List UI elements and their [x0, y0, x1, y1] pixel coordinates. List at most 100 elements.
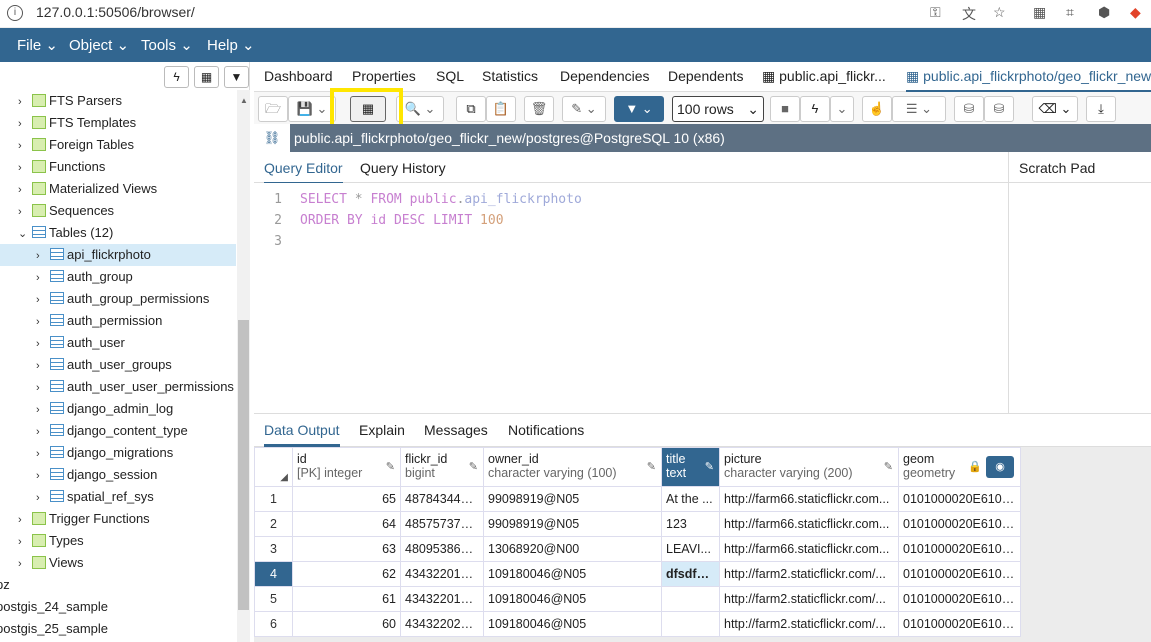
- column-header-owner_id[interactable]: owner_id character varying (100) ✎: [483, 447, 662, 487]
- cell[interactable]: 43432201880: [400, 561, 484, 587]
- copy-button[interactable]: ⧉: [456, 96, 486, 122]
- cell[interactable]: 99098919@N05: [483, 486, 662, 512]
- chevron-right-icon[interactable]: ›: [36, 311, 50, 333]
- chevron-right-icon[interactable]: ›: [18, 157, 32, 179]
- tree-item[interactable]: › auth_group: [0, 266, 236, 288]
- chevron-down-icon[interactable]: ⌄: [18, 223, 32, 245]
- cell[interactable]: 65: [292, 486, 401, 512]
- stop-button[interactable]: ■: [770, 96, 800, 122]
- chevron-right-icon[interactable]: ›: [18, 135, 32, 157]
- chevron-right-icon[interactable]: ›: [36, 443, 50, 465]
- column-header-geom[interactable]: geom geometry 🔒 ◉: [898, 447, 1021, 487]
- cell[interactable]: 0101000020E6100...: [898, 611, 1021, 637]
- commit-button[interactable]: ⛁: [954, 96, 984, 122]
- paste-button[interactable]: 📋: [486, 96, 516, 122]
- view-geometry-button[interactable]: ◉: [986, 456, 1014, 478]
- row-number[interactable]: 6: [254, 611, 293, 637]
- table-row[interactable]: 2 64 48575737181 99098919@N05 123 http://farm…: [254, 511, 1021, 537]
- menu-file[interactable]: File ⌄: [17, 36, 58, 54]
- cell[interactable]: 0101000020E6100...: [898, 511, 1021, 537]
- scratch-pad[interactable]: Scratch Pad: [1008, 152, 1151, 414]
- tab-dependencies[interactable]: Dependencies: [560, 68, 650, 84]
- table-row[interactable]: 3 63 48095386696 13068920@N00 LEAVI... http:/…: [254, 536, 1021, 562]
- chevron-right-icon[interactable]: ›: [36, 399, 50, 421]
- tree-item[interactable]: › Sequences: [18, 200, 114, 222]
- chevron-right-icon[interactable]: ›: [18, 509, 32, 531]
- cell[interactable]: [661, 586, 720, 612]
- edit-button[interactable]: ✎ ⌄: [562, 96, 606, 122]
- tab-view-data[interactable]: ▦ public.api_flickr...: [762, 68, 886, 85]
- cell[interactable]: http://farm2.staticflickr.com/...: [719, 586, 899, 612]
- save-button[interactable]: 💾 ⌄: [288, 96, 336, 122]
- tree-item[interactable]: › spatial_ref_sys: [0, 486, 236, 508]
- tree-item[interactable]: postgis_25_sample: [0, 618, 108, 640]
- tab-dashboard[interactable]: Dashboard: [264, 68, 333, 84]
- cell[interactable]: 48575737181: [400, 511, 484, 537]
- tree-item[interactable]: › auth_user: [0, 332, 236, 354]
- cell[interactable]: http://farm66.staticflickr.com...: [719, 511, 899, 537]
- cell[interactable]: 0101000020E6100...: [898, 561, 1021, 587]
- key-icon[interactable]: ⚿: [930, 4, 941, 21]
- chevron-right-icon[interactable]: ›: [18, 179, 32, 201]
- cell[interactable]: 43432202020: [400, 611, 484, 637]
- tab-notifications[interactable]: Notifications: [508, 422, 584, 438]
- chevron-right-icon[interactable]: ›: [36, 245, 50, 267]
- select-all-corner[interactable]: ◢: [254, 447, 293, 487]
- tree-item[interactable]: › FTS Templates: [18, 112, 136, 134]
- cell[interactable]: 48784344817: [400, 486, 484, 512]
- cell[interactable]: 99098919@N05: [483, 511, 662, 537]
- chevron-right-icon[interactable]: ›: [36, 289, 50, 311]
- tree-item[interactable]: › Trigger Functions: [18, 508, 150, 530]
- clear-button[interactable]: ⌫ ⌄: [1032, 96, 1078, 122]
- table-row[interactable]: 1 65 48784344817 99098919@N05 At the ... http…: [254, 486, 1021, 512]
- rollback-button[interactable]: ⛁: [984, 96, 1014, 122]
- chevron-right-icon[interactable]: ›: [18, 91, 32, 113]
- explain-analyze-button[interactable]: ☰ ⌄: [892, 96, 946, 122]
- chevron-right-icon[interactable]: ›: [36, 487, 50, 509]
- row-number[interactable]: 1: [254, 486, 293, 512]
- execute-options-button[interactable]: ⌄: [830, 96, 854, 122]
- tab-explain[interactable]: Explain: [359, 422, 405, 438]
- chevron-right-icon[interactable]: ›: [36, 355, 50, 377]
- open-file-button[interactable]: 🗁: [258, 96, 288, 122]
- tree-item[interactable]: › auth_group_permissions: [0, 288, 236, 310]
- chevron-right-icon[interactable]: ›: [36, 333, 50, 355]
- view-data-button[interactable]: ▦: [194, 66, 219, 88]
- cell[interactable]: 48095386696: [400, 536, 484, 562]
- tree-item[interactable]: › django_content_type: [0, 420, 236, 442]
- cell[interactable]: http://farm66.staticflickr.com...: [719, 486, 899, 512]
- cell[interactable]: 62: [292, 561, 401, 587]
- tree-item[interactable]: › django_migrations: [0, 442, 236, 464]
- tab-dependents[interactable]: Dependents: [668, 68, 744, 84]
- filter-button[interactable]: ▼: [224, 66, 249, 88]
- row-number[interactable]: 4: [254, 561, 293, 587]
- cell[interactable]: 109180046@N05: [483, 611, 662, 637]
- chevron-right-icon[interactable]: ›: [36, 421, 50, 443]
- cell[interactable]: 0101000020E6100...: [898, 586, 1021, 612]
- tree-item[interactable]: › api_flickrphoto: [0, 244, 236, 266]
- scroll-up-icon[interactable]: ▲: [240, 96, 248, 105]
- row-number[interactable]: 2: [254, 511, 293, 537]
- tree-item[interactable]: › auth_user_user_permissions: [0, 376, 236, 398]
- info-icon[interactable]: i: [7, 5, 23, 21]
- connection-label[interactable]: public.api_flickrphoto/geo_flickr_new/po…: [294, 130, 725, 146]
- rows-limit-select[interactable]: 100 rows ⌄: [672, 96, 764, 122]
- tree-item[interactable]: › Materialized Views: [18, 178, 157, 200]
- tab-query-editor[interactable]: Query Editor: [264, 160, 343, 184]
- chevron-right-icon[interactable]: ›: [18, 201, 32, 223]
- cell[interactable]: http://farm66.staticflickr.com...: [719, 536, 899, 562]
- chevron-right-icon[interactable]: ›: [36, 465, 50, 487]
- star-icon[interactable]: ☆: [993, 4, 1006, 21]
- tree-item[interactable]: › FTS Parsers: [18, 90, 122, 112]
- chevron-right-icon[interactable]: ›: [18, 113, 32, 135]
- column-header-id[interactable]: id [PK] integer ✎: [292, 447, 401, 487]
- tab-sql[interactable]: SQL: [436, 68, 464, 84]
- column-header-flickr_id[interactable]: flickr_id bigint ✎: [400, 447, 484, 487]
- cell[interactable]: [661, 611, 720, 637]
- cell[interactable]: LEAVI...: [661, 536, 720, 562]
- explain-button[interactable]: ☝: [862, 96, 892, 122]
- sql-editor[interactable]: 1 2 3 SELECT * FROM public.api_flickrpho…: [254, 183, 1008, 413]
- table-row[interactable]: 5 61 43432201860 109180046@N05 http://farm2.…: [254, 586, 1021, 612]
- url-text[interactable]: 127.0.0.1:50506/browser/: [36, 4, 195, 20]
- cell[interactable]: 13068920@N00: [483, 536, 662, 562]
